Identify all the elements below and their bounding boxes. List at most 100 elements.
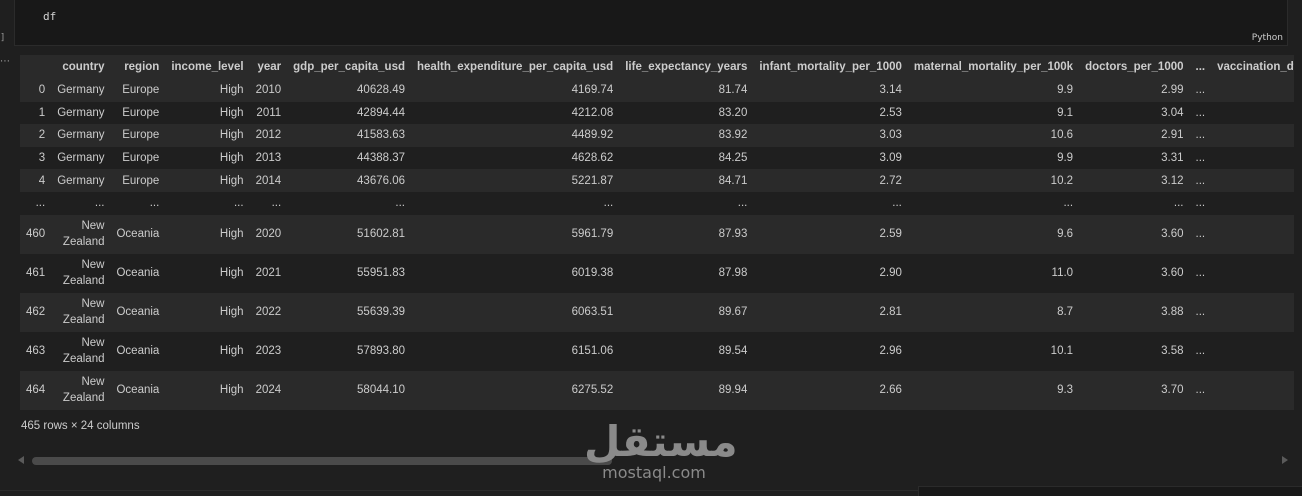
column-header: health_expenditure_per_capita_usd <box>411 55 620 79</box>
table-body: 0 Germany Europe High 2010 40628.49 4169.74 81.… <box>20 79 1294 410</box>
table-cell: 3.70 <box>1161 384 1184 397</box>
table-cell: High <box>219 384 244 397</box>
table-cell: 43676.06 <box>357 174 405 187</box>
table-cell <box>1211 192 1294 215</box>
table-cell <box>1211 102 1294 125</box>
table-cell: 2.90 <box>879 267 902 280</box>
table-cell: Oceania <box>116 384 160 397</box>
table-cell <box>1211 124 1294 147</box>
code-text[interactable]: df <box>43 10 56 23</box>
table-cell: 3.31 <box>1161 152 1184 165</box>
table-cell: Germany <box>57 174 105 187</box>
table-cell: 2.59 <box>879 228 902 241</box>
table-cell: 4212.08 <box>571 106 614 119</box>
code-cell-input[interactable]: df Python <box>14 0 1288 46</box>
table-cell: ... <box>1195 306 1206 319</box>
table-cell: 2012 <box>255 129 282 142</box>
table-cell: High <box>219 228 244 241</box>
table-cell: Europe <box>122 106 160 119</box>
table-cell: Germany <box>57 129 105 142</box>
row-index: 463 <box>26 345 46 358</box>
table-cell: 84.25 <box>718 152 748 165</box>
table-cell: 4169.74 <box>571 84 614 97</box>
table-cell: 10.6 <box>1050 129 1074 142</box>
table-cell: 3.09 <box>879 152 902 165</box>
table-row: .................................... <box>20 191 1294 215</box>
row-index: 460 <box>26 228 46 241</box>
table-cell: New Zealand <box>62 376 105 405</box>
table-cell: 6275.52 <box>571 384 614 397</box>
table-cell: 55951.83 <box>357 267 405 280</box>
table-cell: ... <box>1195 84 1206 97</box>
table-cell: 3.03 <box>879 129 902 142</box>
table-cell: 89.94 <box>718 384 748 397</box>
table-row: 462 New Zealand Oceania High 2022 55639.39 606… <box>20 292 1294 332</box>
table-cell: 83.92 <box>718 129 748 142</box>
table-cell: 11.0 <box>1051 267 1074 280</box>
table-cell: ... <box>1063 197 1074 210</box>
table-cell: 2023 <box>255 345 282 358</box>
table-cell: High <box>219 152 244 165</box>
watermark-logo: مستقل mostaql.com <box>584 420 738 488</box>
output-menu-icon[interactable]: ⋯ <box>0 56 10 67</box>
table-cell: 3.04 <box>1161 106 1184 119</box>
table-cell: ... <box>737 197 748 210</box>
table-cell: Europe <box>122 152 160 165</box>
table-cell: 2022 <box>255 306 282 319</box>
table-cell: Oceania <box>116 228 160 241</box>
table-cell <box>1211 254 1294 293</box>
table-cell: 83.20 <box>718 106 748 119</box>
table-cell: ... <box>271 197 282 210</box>
table-cell <box>1211 147 1294 170</box>
table-row: 463 New Zealand Oceania High 2023 57893.80 615… <box>20 331 1294 371</box>
table-cell: Oceania <box>116 306 160 319</box>
column-header: income_level <box>165 55 250 79</box>
table-cell: ... <box>94 197 105 210</box>
column-header: region <box>110 55 166 79</box>
scrollbar-thumb[interactable] <box>32 457 612 465</box>
table-cell <box>1211 79 1294 102</box>
scroll-right-icon[interactable] <box>1282 456 1288 464</box>
table-cell: 51602.81 <box>357 228 405 241</box>
table-cell: 4489.92 <box>571 129 614 142</box>
table-cell: 3.60 <box>1161 228 1184 241</box>
column-header: gdp_per_capita_usd <box>287 55 411 79</box>
row-index: 462 <box>26 306 46 319</box>
table-cell: 2.53 <box>879 106 902 119</box>
table-cell: Germany <box>57 84 105 97</box>
table-cell: 87.98 <box>718 267 748 280</box>
table-cell: High <box>219 345 244 358</box>
language-label[interactable]: Python <box>1252 33 1283 43</box>
column-header: country <box>51 55 111 79</box>
table-cell: 84.71 <box>718 174 748 187</box>
row-index: 4 <box>38 174 46 187</box>
table-cell: 58044.10 <box>357 384 405 397</box>
table-cell: 8.7 <box>1057 306 1074 319</box>
row-index: 461 <box>26 267 46 280</box>
table-cell: Europe <box>122 174 160 187</box>
table-cell <box>1211 371 1294 410</box>
table-cell: Europe <box>122 129 160 142</box>
table-cell: 6019.38 <box>571 267 614 280</box>
column-header: vaccination_dt <box>1211 55 1294 79</box>
dataframe-shape-text: 465 rows × 24 columns <box>21 420 140 432</box>
table-row: 2 Germany Europe High 2012 41583.63 4489.92 83.… <box>20 124 1294 147</box>
table-cell: 42894.44 <box>357 106 405 119</box>
table-cell: 55639.39 <box>357 306 405 319</box>
column-header: life_expectancy_years <box>619 55 754 79</box>
table-cell: 2013 <box>255 152 282 165</box>
table-cell <box>1211 293 1294 332</box>
table-cell: High <box>219 106 244 119</box>
scroll-left-icon[interactable] <box>18 456 24 464</box>
table-row: 1 Germany Europe High 2011 42894.44 4212.08 83.… <box>20 101 1294 125</box>
table-cell: ... <box>395 197 405 210</box>
table-cell <box>1211 169 1294 192</box>
column-header <box>20 55 52 79</box>
table-cell: 41583.63 <box>357 129 405 142</box>
table-cell: ... <box>149 197 160 210</box>
row-index: 3 <box>38 152 46 165</box>
table-cell: 10.2 <box>1050 174 1074 187</box>
execution-count-marker: ] <box>0 33 6 43</box>
column-header: doctors_per_1000 <box>1079 55 1190 79</box>
table-cell: ... <box>1173 197 1184 210</box>
